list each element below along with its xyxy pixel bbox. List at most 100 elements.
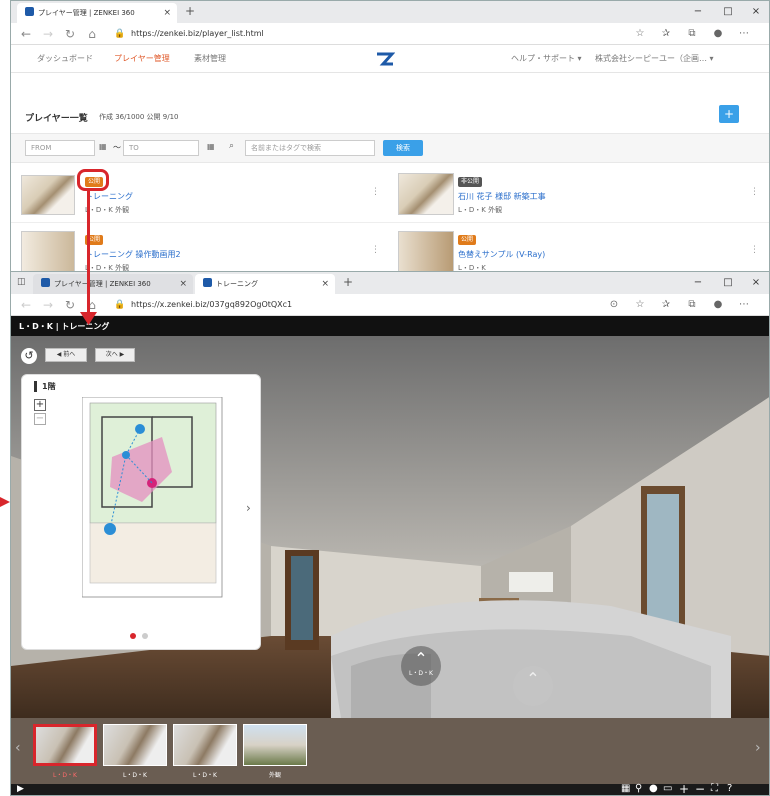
tab-player-management[interactable]: プレイヤー管理 | ZENKEI 360 × <box>17 3 177 23</box>
card-title-link[interactable]: 石川 花子 様邸 新築工事 <box>458 191 546 202</box>
hotspot-arrow-icon[interactable]: ⌃ <box>513 666 553 706</box>
card-thumbnail[interactable] <box>398 173 454 215</box>
nav-company-menu[interactable]: 株式会社シーピーユー（企画… ▾ <box>595 45 714 73</box>
collections-icon[interactable]: ⧉ <box>683 23 701 45</box>
profile-icon[interactable]: ● <box>709 23 727 45</box>
hotspot-arrow-icon[interactable]: ⌃ <box>401 646 441 686</box>
close-tab-icon[interactable]: × <box>179 274 187 294</box>
map-icon[interactable]: ▭ <box>663 783 672 794</box>
forward-icon[interactable]: → <box>39 23 57 45</box>
url-field[interactable]: https://x.zenkei.biz/037gq892OgOtQXc1 <box>131 294 292 316</box>
next-button[interactable]: 次へ ▶ <box>95 348 135 362</box>
keyword-search-input[interactable]: 名前またはタグで検索 <box>245 140 375 156</box>
add-player-button[interactable]: + <box>719 105 739 123</box>
scene-thumbnail[interactable] <box>173 724 237 766</box>
more-icon[interactable]: ⋯ <box>735 23 753 45</box>
favorites-icon[interactable]: ✰ <box>657 294 675 316</box>
zenkei-favicon <box>41 278 50 287</box>
page-dot-active[interactable] <box>130 633 136 639</box>
info-icon[interactable]: ● <box>649 783 658 794</box>
minimize-button[interactable]: − <box>683 272 713 294</box>
card-title-link[interactable]: 色替えサンプル (V-Ray) <box>458 249 545 260</box>
maximize-button[interactable]: □ <box>713 272 743 294</box>
play-icon[interactable]: ▶ <box>17 784 24 794</box>
close-tab-icon[interactable]: × <box>321 274 329 294</box>
nav-player-management[interactable]: プレイヤー管理 <box>114 45 170 73</box>
rotate-icon[interactable]: ↺ <box>21 348 37 364</box>
grid-icon[interactable]: ▦ <box>621 783 630 794</box>
panel-next-icon[interactable]: › <box>246 501 251 515</box>
card-menu-icon[interactable]: ⋮ <box>371 187 380 197</box>
favorite-star-icon[interactable]: ☆ <box>631 294 649 316</box>
favorites-icon[interactable]: ✰ <box>657 23 675 45</box>
annotation-arrow-line <box>87 190 90 318</box>
new-tab-button[interactable]: + <box>185 4 195 18</box>
annotation-side-arrow <box>0 497 10 507</box>
status-badge: 非公開 <box>458 177 483 187</box>
tab-player-management[interactable]: プレイヤー管理 | ZENKEI 360 × <box>33 274 193 294</box>
card-thumbnail[interactable] <box>21 231 75 274</box>
prev-button[interactable]: ◀ 前へ <box>45 348 87 362</box>
nav-dashboard[interactable]: ダッシュボード <box>37 45 93 73</box>
search-button[interactable]: 検索 <box>383 140 423 156</box>
maximize-button[interactable]: □ <box>713 1 743 23</box>
player-card[interactable]: 公開 トレーニング 操作動画用2 L・D・K 外観 ⋮ <box>11 225 390 274</box>
zoom-in-button[interactable]: + <box>34 399 46 411</box>
profile-icon[interactable]: ● <box>709 294 727 316</box>
close-tab-icon[interactable]: × <box>163 3 171 23</box>
card-menu-icon[interactable]: ⋮ <box>371 245 380 255</box>
scene-thumbnail[interactable] <box>243 724 307 766</box>
new-tab-button[interactable]: + <box>343 275 353 289</box>
calendar-icon[interactable]: ▦ <box>207 142 215 151</box>
scene-thumbnail[interactable] <box>103 724 167 766</box>
player-card[interactable]: 公開 色替えサンプル (V-Ray) L・D・K ⋮ <box>390 225 769 274</box>
card-thumbnail[interactable] <box>398 231 454 274</box>
zenkei-logo[interactable] <box>375 51 395 67</box>
minimize-button[interactable]: − <box>683 1 713 23</box>
top-browser-window: プレイヤー管理 | ZENKEI 360 × + − □ × ← → ↻ ⌂ 🔒… <box>10 0 770 275</box>
thumb-next-icon[interactable]: › <box>755 740 761 756</box>
player-card[interactable]: 非公開 石川 花子 様邸 新築工事 L・D・K 外観 ⋮ <box>390 167 769 223</box>
close-window-button[interactable]: × <box>741 1 769 23</box>
zoom-out-icon[interactable]: − <box>695 782 705 795</box>
status-badge: 公開 <box>458 235 477 245</box>
floor-plan-panel[interactable]: 1階 + − › <box>21 374 261 650</box>
favorite-star-icon[interactable]: ☆ <box>631 23 649 45</box>
card-menu-icon[interactable]: ⋮ <box>750 187 759 197</box>
close-window-button[interactable]: × <box>741 272 769 294</box>
from-date-input[interactable]: FROM <box>25 140 95 156</box>
reload-icon[interactable]: ↻ <box>61 294 79 316</box>
player-card[interactable]: 公開 トレーニング L・D・K 外観 ⋮ <box>11 167 390 223</box>
thumb-prev-icon[interactable]: ‹ <box>15 740 21 756</box>
nav-help-support[interactable]: ヘルプ・サポート ▾ <box>511 45 582 73</box>
reader-icon[interactable]: ⊙ <box>605 294 623 316</box>
forward-icon[interactable]: → <box>39 294 57 316</box>
card-thumbnail[interactable] <box>21 175 75 215</box>
scene-thumbnail-label: L・D・K <box>123 772 147 779</box>
home-icon[interactable]: ⌂ <box>83 23 101 45</box>
tab-training[interactable]: トレーニング × <box>195 274 335 294</box>
back-icon[interactable]: ← <box>17 294 35 316</box>
scene-thumbnail-selected[interactable] <box>33 724 97 766</box>
scene-thumbnail-label: 外観 <box>268 772 281 779</box>
page-dot[interactable] <box>142 633 148 639</box>
collections-icon[interactable]: ⧉ <box>683 294 701 316</box>
card-menu-icon[interactable]: ⋮ <box>750 245 759 255</box>
nav-material-management[interactable]: 素材管理 <box>194 45 226 73</box>
calendar-icon[interactable]: ▦ <box>99 142 107 151</box>
back-icon[interactable]: ← <box>17 23 35 45</box>
tab-actions-icon[interactable]: ◫ <box>17 277 26 287</box>
zoom-in-icon[interactable]: + <box>679 782 689 795</box>
location-icon[interactable]: ⚲ <box>635 783 642 794</box>
floor-plan-map[interactable] <box>82 397 232 607</box>
help-icon[interactable]: ? <box>727 783 732 794</box>
zoom-out-button[interactable]: − <box>34 413 46 425</box>
card-title-link[interactable]: トレーニング 操作動画用2 <box>85 249 181 260</box>
reload-icon[interactable]: ↻ <box>61 23 79 45</box>
card-title-link[interactable]: トレーニング <box>85 191 133 202</box>
panorama-view[interactable]: ⌃ L・D・K ⌃ ↺ ◀ 前へ 次へ ▶ 1階 + − › <box>11 336 769 718</box>
more-icon[interactable]: ⋯ <box>735 294 753 316</box>
to-date-input[interactable]: TO <box>123 140 199 156</box>
fullscreen-icon[interactable]: ⛶ <box>711 783 718 794</box>
url-field[interactable]: https://zenkei.biz/player_list.html <box>131 23 264 45</box>
